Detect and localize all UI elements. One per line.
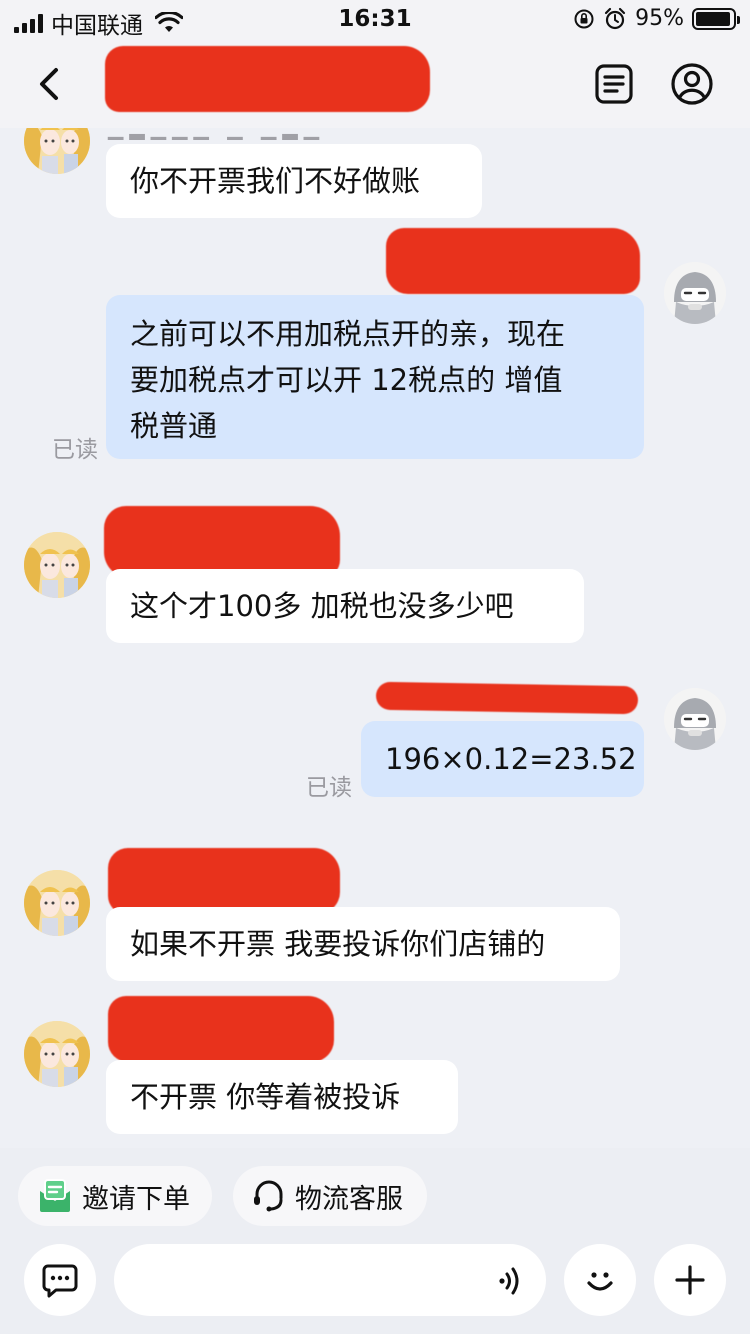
ninja-avatar-icon bbox=[664, 262, 726, 324]
avatar[interactable] bbox=[24, 870, 90, 936]
more-options-button[interactable] bbox=[654, 1244, 726, 1316]
read-status: 已读 bbox=[306, 775, 352, 801]
quick-reply-button[interactable] bbox=[24, 1244, 96, 1316]
avatar[interactable] bbox=[24, 1021, 90, 1087]
ninja-avatar-icon bbox=[664, 688, 726, 750]
redacted-sender-name bbox=[104, 506, 340, 578]
logistics-service-button[interactable]: 物流客服 bbox=[233, 1166, 427, 1226]
input-bar bbox=[0, 1230, 750, 1334]
avatar[interactable] bbox=[664, 262, 726, 324]
invite-order-icon bbox=[40, 1179, 70, 1212]
chat-bubble-icon bbox=[42, 1264, 78, 1298]
status-bar: 中国联通 16:31 95% bbox=[0, 0, 750, 42]
message-line: 之前可以不用加税点开的亲，现在 bbox=[130, 317, 566, 351]
message-input-field[interactable] bbox=[114, 1244, 546, 1316]
sender-name: ▁▂▁▁▁ ▁ ▁▂▁ bbox=[108, 128, 326, 140]
logistics-service-label: 物流客服 bbox=[295, 1183, 403, 1215]
message-line: 要加税点才可以开 12税点的 增值 bbox=[130, 363, 563, 397]
redacted-sender-name bbox=[375, 681, 639, 715]
headset-icon bbox=[254, 1180, 283, 1212]
emoji-button[interactable] bbox=[564, 1244, 636, 1316]
read-status: 已读 bbox=[52, 437, 98, 463]
message-bubble[interactable]: 你不开票我们不好做账 bbox=[106, 144, 482, 218]
avatar[interactable] bbox=[24, 532, 90, 598]
anime-avatar-icon bbox=[24, 1021, 90, 1087]
redacted-title bbox=[105, 46, 430, 112]
smiley-icon bbox=[587, 1272, 613, 1291]
anime-avatar-icon bbox=[24, 532, 90, 598]
battery-percentage: 95% bbox=[635, 6, 684, 31]
status-right: 95% bbox=[573, 6, 740, 31]
plus-icon bbox=[675, 1265, 705, 1295]
chevron-left-icon[interactable] bbox=[30, 62, 70, 106]
voice-input-icon[interactable] bbox=[494, 1264, 528, 1298]
battery-fill bbox=[696, 11, 731, 26]
invite-order-label: 邀请下单 bbox=[82, 1183, 190, 1215]
quick-action-bar: 邀请下单 物流客服 bbox=[0, 1148, 750, 1230]
redacted-sender-name bbox=[108, 848, 340, 914]
battery-icon bbox=[692, 7, 740, 30]
alarm-icon bbox=[604, 7, 626, 29]
avatar[interactable] bbox=[24, 128, 90, 174]
message-line: 税普通 bbox=[130, 409, 218, 443]
order-list-icon[interactable] bbox=[592, 62, 636, 106]
nav-bar bbox=[0, 42, 750, 128]
redacted-sender-name bbox=[386, 228, 640, 294]
anime-avatar-icon bbox=[24, 870, 90, 936]
redacted-sender-name bbox=[108, 996, 334, 1062]
message-input[interactable] bbox=[138, 1262, 498, 1298]
message-bubble[interactable]: 这个才100多 加税也没多少吧 bbox=[106, 569, 584, 643]
message-bubble[interactable]: 不开票 你等着被投诉 bbox=[106, 1060, 458, 1134]
chat-area[interactable]: ▁▂▁▁▁ ▁ ▁▂▁ 你不开票我们不好做账 之前可以不用加税点开的亲，现在 要… bbox=[0, 128, 750, 1148]
invite-order-button[interactable]: 邀请下单 bbox=[18, 1166, 212, 1226]
profile-icon[interactable] bbox=[670, 62, 714, 106]
message-bubble[interactable]: 之前可以不用加税点开的亲，现在 要加税点才可以开 12税点的 增值 税普通 bbox=[106, 295, 644, 459]
anime-avatar-icon bbox=[24, 128, 90, 174]
avatar[interactable] bbox=[664, 688, 726, 750]
message-bubble[interactable]: 196×0.12=23.52 bbox=[361, 721, 644, 797]
message-bubble[interactable]: 如果不开票 我要投诉你们店铺的 bbox=[106, 907, 620, 981]
orientation-lock-icon bbox=[574, 9, 594, 28]
